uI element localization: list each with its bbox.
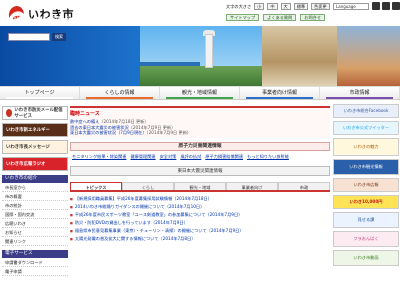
nav-business[interactable]: 事業者向け情報 xyxy=(240,87,320,99)
topic-item[interactable]: 2014いわき市総踊りガイダンスの開催について（2014年7月10日） xyxy=(70,203,330,211)
ten-thousand-banner[interactable]: いわき10,000円 xyxy=(333,195,399,209)
sidebar-item-forms[interactable]: 申請書ダウンロード xyxy=(2,258,68,267)
nav-living[interactable]: くらしの情報 xyxy=(80,87,160,99)
sidebar-item-stats[interactable]: 市の統計 xyxy=(2,201,68,210)
global-nav: トップページ くらしの情報 観光・地域情報 事業者向け情報 市政情報 xyxy=(0,86,400,100)
urgent-news-box: 臨時ニュース 熱中症への備え（2014年7月18日 更新） 過去の東日本大震災の… xyxy=(70,106,330,138)
social-icons xyxy=(372,2,400,10)
nav-tourism[interactable]: 観光・地域情報 xyxy=(160,87,240,99)
topic-item[interactable]: 福島県市民意見募集事業（東京）・チューリン・清掃）の開催について（2014年7月… xyxy=(70,227,330,235)
contact-link[interactable]: お問合せ xyxy=(300,14,326,21)
nuclear-link[interactable]: もっと知りたい放射能 xyxy=(247,154,289,160)
city-intro-title: いわき市の紹介 xyxy=(2,175,68,183)
tab-topics[interactable]: トピックス xyxy=(70,181,122,190)
topic-item[interactable]: 太陽光発電の普及拡大に関する情報について（2014年7月8日） xyxy=(70,235,330,243)
facebook-banner[interactable]: いわき市総合Facebook xyxy=(333,104,399,118)
twitter-banner[interactable]: いわき市公式ツイッター xyxy=(333,121,399,135)
topic-list: 【新規採用職員募集】平成26年度募集採用試験情報（2014年7月18日） 201… xyxy=(70,195,330,243)
sidebar-item-notices[interactable]: お知らせ xyxy=(2,228,68,237)
disaster-mail-banner[interactable]: いわき市防災メール配信サービス xyxy=(2,106,68,120)
faq-link[interactable]: よくある質問 xyxy=(263,14,297,21)
tab-government[interactable]: 市政 xyxy=(278,181,330,190)
nav-government[interactable]: 市政情報 xyxy=(320,87,400,99)
topic-item[interactable]: 【新規採用職員募集】平成26年度募集採用試験情報（2014年7月18日） xyxy=(70,195,330,203)
notice-item[interactable]: 東日本大震災の被害状況（7月9日現在）（2014年7月9日 更新） xyxy=(70,130,330,136)
show-section-banner[interactable]: 見せる課 xyxy=(333,212,399,228)
earthquake-info-button[interactable]: 東日本大震災関連情報 xyxy=(70,165,330,176)
tab-living[interactable]: くらし xyxy=(122,181,174,190)
language-select[interactable]: Language xyxy=(333,3,369,10)
nav-tourism-bar xyxy=(166,97,233,99)
hero-photo-temple xyxy=(262,26,337,86)
right-sidebar: いわき市総合Facebook いわき市公式ツイッター いわきの魅力 いわき市観光… xyxy=(333,104,399,269)
lighthouse-image xyxy=(205,34,213,68)
radio-banner[interactable]: いわき市広報ラジオ xyxy=(2,157,68,171)
mail-icon xyxy=(6,109,13,117)
left-sidebar: いわき市防災メール配信サービス いわき市新エネルギー いわき市長メッセージ いわ… xyxy=(2,106,68,276)
sidebar-item-hearing[interactable]: 広聴いわき xyxy=(2,219,68,228)
mobile-icon[interactable] xyxy=(372,2,380,10)
urgent-news-title: 臨時ニュース xyxy=(70,111,100,117)
topic-item[interactable]: 平成26年度市民スポーツ教室「ユース剣道教室」の参加募集について（2014年7月… xyxy=(70,211,330,219)
nav-government-bar xyxy=(326,97,393,99)
nuclear-info-title: 原子力災害関連情報 xyxy=(70,141,330,151)
tab-tourism[interactable]: 観光・地域 xyxy=(174,181,226,190)
topic-tabs: トピックス くらし 観光・地域 事業者向け 市政 xyxy=(70,181,330,192)
site-tagline: Iwaki City Official Web Site xyxy=(8,16,75,22)
search-input[interactable] xyxy=(8,33,50,41)
accessibility-toolbar: 文字の大きさ 小 中 大 標準 色変更 xyxy=(226,3,330,10)
font-size-label: 文字の大きさ xyxy=(226,3,252,9)
charm-banner[interactable]: いわきの魅力 xyxy=(333,138,399,156)
energy-banner[interactable]: いわき市新エネルギー xyxy=(2,123,68,137)
nuclear-link[interactable]: 健康管理関連 xyxy=(130,154,155,160)
nav-top-bar xyxy=(6,97,73,99)
hula-banner[interactable]: フラおんぱく xyxy=(333,231,399,247)
nav-top[interactable]: トップページ xyxy=(0,87,80,99)
color-change-button[interactable]: 色変更 xyxy=(311,3,330,10)
font-medium-button[interactable]: 中 xyxy=(267,3,278,10)
rss-icon[interactable] xyxy=(382,2,390,10)
hero-photo-city xyxy=(337,26,400,86)
nav-business-bar xyxy=(246,97,313,99)
e-service-title: 電子サービス xyxy=(2,250,68,258)
font-small-button[interactable]: 小 xyxy=(254,3,265,10)
pr-banner[interactable]: いわき市広報 xyxy=(333,178,399,192)
font-standard-button[interactable]: 標準 xyxy=(293,3,309,10)
search-button[interactable]: 検索 xyxy=(52,33,66,41)
mayor-message-banner[interactable]: いわき市長メッセージ xyxy=(2,140,68,154)
mail-icon[interactable] xyxy=(392,2,400,10)
sidebar-item-links[interactable]: 関連リンク xyxy=(2,237,68,246)
main-content: 臨時ニュース 熱中症への備え（2014年7月18日 更新） 過去の東日本大震災の… xyxy=(70,104,330,243)
font-large-button[interactable]: 大 xyxy=(280,3,291,10)
nuclear-links: モニタリング結果・除染関連 健康管理関連 安全対策 風評の払拭 原子力損害賠償関… xyxy=(70,151,330,163)
sidebar-item-e-apply[interactable]: 電子申請 xyxy=(2,267,68,276)
tab-business[interactable]: 事業者向け xyxy=(226,181,278,190)
sidebar-item-overview[interactable]: 市の概要 xyxy=(2,192,68,201)
sidebar-item-exchange[interactable]: 国際・国内交流 xyxy=(2,210,68,219)
utility-links: サイトマップ よくある質問 お問合せ xyxy=(226,14,326,21)
video-banner[interactable]: いわき市動画 xyxy=(333,250,399,266)
sitemap-link[interactable]: サイトマップ xyxy=(226,14,260,21)
nuclear-link[interactable]: モニタリング結果・除染関連 xyxy=(72,154,126,160)
nav-living-bar xyxy=(86,97,153,99)
topic-item[interactable]: 防災・防犯DVDの貸出しを行っています（2014年7月9日） xyxy=(70,219,330,227)
nuclear-link[interactable]: 風評の払拭 xyxy=(180,154,201,160)
sidebar-item-mayor[interactable]: 市長室から xyxy=(2,183,68,192)
nuclear-link[interactable]: 安全対策 xyxy=(160,154,177,160)
nuclear-link[interactable]: 原子力損害賠償関連 xyxy=(205,154,243,160)
tourism-banner[interactable]: いわき市観光情報 xyxy=(333,159,399,175)
